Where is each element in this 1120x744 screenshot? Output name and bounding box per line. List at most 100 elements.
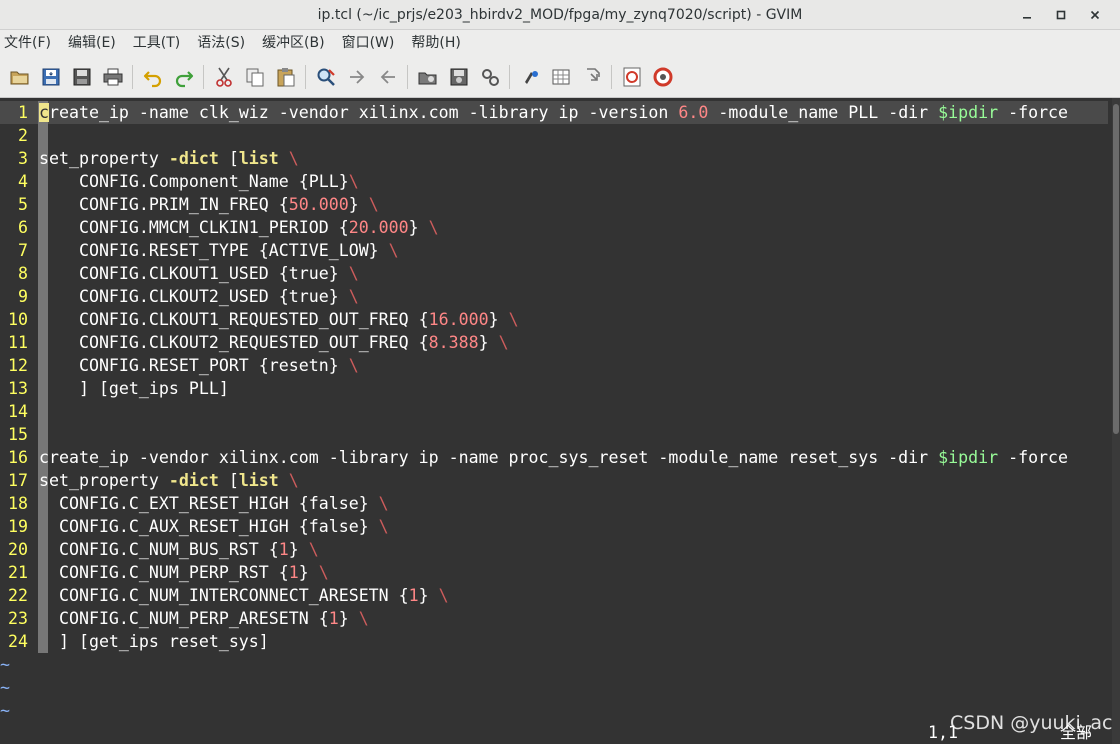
code-line[interactable]: 12 CONFIG.RESET_PORT {resetn} \ <box>0 354 1108 377</box>
code-line[interactable]: 18 CONFIG.C_EXT_RESET_HIGH {false} \ <box>0 492 1108 515</box>
code-line[interactable]: 14 <box>0 400 1108 423</box>
find-help-icon[interactable] <box>650 64 676 90</box>
scrollbar-thumb[interactable] <box>1113 104 1119 434</box>
maximize-icon[interactable] <box>1044 3 1078 27</box>
toolbar-separator <box>305 65 306 89</box>
find-previous-icon[interactable] <box>375 64 401 90</box>
code-line[interactable]: 23 CONFIG.C_NUM_PERP_ARESETN {1} \ <box>0 607 1108 630</box>
code-token: CONFIG.PRIM_IN_FREQ { <box>39 195 289 214</box>
line-code: CONFIG.C_NUM_BUS_RST {1} \ <box>39 538 319 561</box>
save-icon[interactable] <box>38 64 64 90</box>
load-session-icon[interactable] <box>415 64 441 90</box>
toolbar-separator <box>407 65 408 89</box>
code-token: 1 <box>328 609 339 628</box>
save-all-icon[interactable] <box>69 64 95 90</box>
code-token: reate_ip -name clk_wiz -vendor xilinx.co… <box>49 103 679 122</box>
minimize-icon[interactable] <box>1010 3 1044 27</box>
code-line[interactable]: 24 ] [get_ips reset_sys] <box>0 630 1108 653</box>
code-line[interactable]: 15 <box>0 423 1108 446</box>
fold-column <box>38 124 48 147</box>
print-icon[interactable] <box>100 64 126 90</box>
toolbar-separator <box>509 65 510 89</box>
vertical-scrollbar[interactable] <box>1112 98 1120 744</box>
line-code: CONFIG.C_NUM_INTERCONNECT_ARESETN {1} \ <box>39 584 449 607</box>
code-token: 1 <box>288 563 299 582</box>
menu-window[interactable]: 窗口(W) <box>334 30 403 57</box>
line-code: set_property -dict [list \ <box>39 469 299 492</box>
cut-icon[interactable] <box>211 64 237 90</box>
code-line[interactable]: 13 ] [get_ips PLL] <box>0 377 1108 400</box>
make-icon[interactable] <box>517 64 543 90</box>
code-line[interactable]: 22 CONFIG.C_NUM_INTERCONNECT_ARESETN {1}… <box>0 584 1108 607</box>
save-session-icon[interactable] <box>446 64 472 90</box>
code-line[interactable]: 9 CONFIG.CLKOUT2_USED {true} \ <box>0 285 1108 308</box>
code-token: } <box>408 218 429 237</box>
menu-syntax[interactable]: 语法(S) <box>189 30 253 57</box>
code-token: CONFIG.Component_Name {PLL} <box>39 172 349 191</box>
line-number: 18 <box>8 494 28 513</box>
code-line[interactable]: 17 set_property -dict [list \ <box>0 469 1108 492</box>
find-next-icon[interactable] <box>344 64 370 90</box>
editor-text-area[interactable]: 1 create_ip -name clk_wiz -vendor xilinx.… <box>0 98 1112 744</box>
code-token: CONFIG.C_NUM_INTERCONNECT_ARESETN { <box>39 586 409 605</box>
line-number: 22 <box>8 586 28 605</box>
menu-help[interactable]: 帮助(H) <box>403 30 468 57</box>
line-code: set_property -dict [list \ <box>39 147 299 170</box>
build-tags-icon[interactable] <box>548 64 574 90</box>
code-token: \ <box>498 333 509 352</box>
code-token: -dict <box>168 149 219 168</box>
line-code: ] [get_ips reset_sys] <box>39 630 269 653</box>
undo-icon[interactable] <box>140 64 166 90</box>
find-replace-icon[interactable] <box>313 64 339 90</box>
line-number: 6 <box>18 218 28 237</box>
help-icon[interactable] <box>619 64 645 90</box>
open-icon[interactable] <box>7 64 33 90</box>
code-line[interactable]: 10 CONFIG.CLKOUT1_REQUESTED_OUT_FREQ {16… <box>0 308 1108 331</box>
code-token: CONFIG.C_EXT_RESET_HIGH {false} <box>39 494 379 513</box>
menu-edit[interactable]: 编辑(E) <box>60 30 124 57</box>
code-token: \ <box>438 586 449 605</box>
code-token: [ <box>218 471 239 490</box>
code-line[interactable]: 19 CONFIG.C_AUX_RESET_HIGH {false} \ <box>0 515 1108 538</box>
code-token: } <box>298 563 319 582</box>
line-code: CONFIG.PRIM_IN_FREQ {50.000} \ <box>39 193 379 216</box>
line-number: 16 <box>8 448 28 467</box>
code-token: CONFIG.C_NUM_BUS_RST { <box>39 540 279 559</box>
code-token: -module_name PLL -dir <box>708 103 939 122</box>
code-line[interactable]: 6 CONFIG.MMCM_CLKIN1_PERIOD {20.000} \ <box>0 216 1108 239</box>
code-token: } <box>288 540 309 559</box>
code-line[interactable]: 7 CONFIG.RESET_TYPE {ACTIVE_LOW} \ <box>0 239 1108 262</box>
code-line[interactable]: 5 CONFIG.PRIM_IN_FREQ {50.000} \ <box>0 193 1108 216</box>
code-token: CONFIG.CLKOUT2_REQUESTED_OUT_FREQ { <box>39 333 429 352</box>
code-line[interactable]: 8 CONFIG.CLKOUT1_USED {true} \ <box>0 262 1108 285</box>
code-line[interactable]: 3 set_property -dict [list \ <box>0 147 1108 170</box>
menu-file[interactable]: 文件(F) <box>0 30 59 57</box>
copy-icon[interactable] <box>242 64 268 90</box>
close-icon[interactable] <box>1078 3 1112 27</box>
line-code: ] [get_ips PLL] <box>39 377 229 400</box>
code-line[interactable]: 11 CONFIG.CLKOUT2_REQUESTED_OUT_FREQ {8.… <box>0 331 1108 354</box>
code-line[interactable]: 16 create_ip -vendor xilinx.com -library … <box>0 446 1108 469</box>
paste-icon[interactable] <box>273 64 299 90</box>
line-number: 11 <box>8 333 28 352</box>
code-token: \ <box>288 471 299 490</box>
code-token: 6.0 <box>678 103 709 122</box>
code-token: CONFIG.C_NUM_PERP_RST { <box>39 563 289 582</box>
line-code: CONFIG.CLKOUT1_USED {true} \ <box>39 262 359 285</box>
code-token: ] [get_ips PLL] <box>39 379 229 398</box>
menu-tools[interactable]: 工具(T) <box>125 30 188 57</box>
redo-icon[interactable] <box>171 64 197 90</box>
code-token: \ <box>378 494 389 513</box>
run-script-icon[interactable] <box>477 64 503 90</box>
toolbar-separator <box>611 65 612 89</box>
code-line[interactable]: 4 CONFIG.Component_Name {PLL}\ <box>0 170 1108 193</box>
menu-buffers[interactable]: 缓冲区(B) <box>254 30 333 57</box>
line-code: CONFIG.Component_Name {PLL}\ <box>39 170 359 193</box>
jump-to-tag-icon[interactable] <box>579 64 605 90</box>
text-cursor: c <box>39 103 49 122</box>
code-line[interactable]: 20 CONFIG.C_NUM_BUS_RST {1} \ <box>0 538 1108 561</box>
code-line[interactable]: 2 <box>0 124 1108 147</box>
code-line[interactable]: 21 CONFIG.C_NUM_PERP_RST {1} \ <box>0 561 1108 584</box>
code-line[interactable]: 1 create_ip -name clk_wiz -vendor xilinx.… <box>0 101 1108 124</box>
